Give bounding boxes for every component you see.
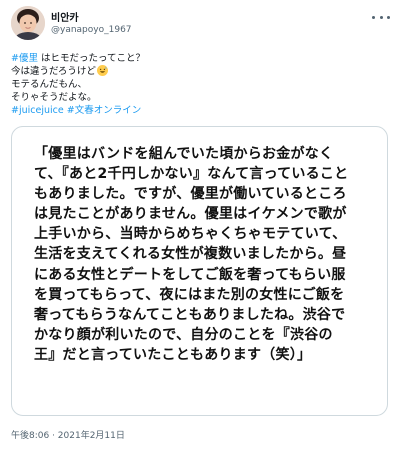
tweet-card: 비안카 @yanapoyo_1967 #優里 はヒモだったってこと？ 今は違うだ… xyxy=(0,0,401,452)
quote-line: 奢ってもらうなんてこともありましたね。渋谷で xyxy=(34,306,346,323)
tweet-line-text: 今は違うだろうけど xyxy=(11,66,96,77)
more-horizontal-icon[interactable] xyxy=(372,12,390,22)
quote-image-card[interactable]: 「優里はバンドを組んでいた頃からお金がなく て、『あと2千円しかない』なんて言っ… xyxy=(11,126,388,416)
quote-line: 生活を支えてくれる女性が複数いましたから。昼 xyxy=(34,246,347,263)
hashtag-link[interactable]: #優里 xyxy=(11,53,38,64)
quote-line: 上手いから、当時からめちゃくちゃモテていて、 xyxy=(34,226,347,243)
quote-text: 「優里はバンドを組んでいた頃からお金がなく て、『あと2千円しかない』なんて言っ… xyxy=(34,144,379,365)
author-display-name[interactable]: 비안카 xyxy=(51,9,79,24)
quote-line: を買ってもらって、夜にはまた別の女性にご飯を xyxy=(34,286,345,303)
quote-line: は見たことがありません。優里はイケメンで歌が xyxy=(34,206,347,223)
hashtag-link[interactable]: #juicejuice xyxy=(11,105,64,116)
tweet-line-text: モテるんだもん、 xyxy=(11,79,88,90)
quote-line: て、『あと2千円しかない』なんて言っていること xyxy=(34,166,349,183)
tweet-line: #juicejuice #文春オンライン xyxy=(11,104,386,117)
quote-line: 王』だと言っていたこともあります（笑）」 xyxy=(34,346,312,363)
quote-line: 「優里はバンドを組んでいた頃からお金がなく xyxy=(34,146,334,162)
grinning-sweat-emoji-icon xyxy=(96,65,108,76)
author-handle[interactable]: @yanapoyo_1967 xyxy=(51,25,132,35)
tweet-line: 今は違うだろうけど xyxy=(11,65,386,78)
tweet-line: #優里 はヒモだったってこと？ xyxy=(11,52,386,65)
quote-line: もありました。ですが、優里が働いているところ xyxy=(34,186,347,203)
tweet-line-text: はヒモだったってこと？ xyxy=(37,53,146,64)
quote-line: かなり顔が利いたので、自分のことを『渋谷の xyxy=(34,326,333,343)
avatar[interactable] xyxy=(11,6,45,40)
hashtag-link[interactable]: #文春オンライン xyxy=(67,105,141,116)
tweet-line: そりゃそうだよな。 xyxy=(11,91,386,104)
tweet-text: #優里 はヒモだったってこと？ 今は違うだろうけど モテるんだもん、 そりゃそう… xyxy=(11,52,386,117)
tweet-line: モテるんだもん、 xyxy=(11,78,386,91)
tweet-timestamp[interactable]: 午後8:06 · 2021年2月11日 xyxy=(11,428,125,441)
tweet-line-text: そりゃそうだよな。 xyxy=(11,92,97,103)
quote-line: にある女性とデートをしてご飯を奢ってもらい服 xyxy=(34,266,346,283)
